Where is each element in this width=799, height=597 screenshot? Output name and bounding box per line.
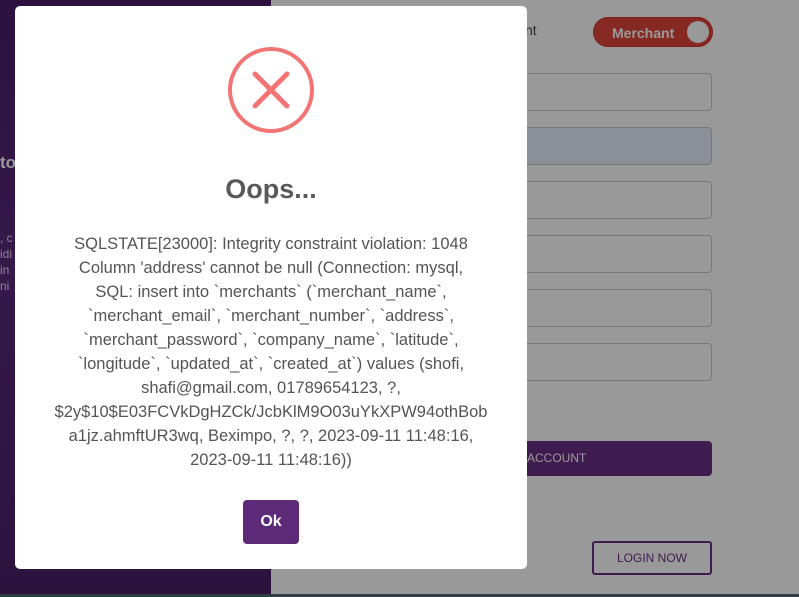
message-line: shafi@gmail.com, 01789654123, ?, — [141, 379, 401, 397]
message-line: `merchant_password`, `company_name`, `la… — [83, 331, 459, 349]
message-line: 2023-09-11 11:48:16)) — [190, 451, 352, 469]
dialog-title: Oops... — [225, 174, 317, 204]
message-line: a1jz.ahmftUR3wq, Beximpo, ?, ?, 2023-09-… — [68, 427, 474, 445]
message-line: `merchant_email`, `merchant_number`, `ad… — [88, 307, 454, 325]
error-x-icon — [228, 47, 314, 133]
dialog-message: SQLSTATE[23000]: Integrity constraint vi… — [43, 232, 499, 472]
message-line: `longitude`, `updated_at`, `created_at`)… — [77, 355, 465, 373]
message-line: $2y$10$E03FCVkDgHZCk/JcbKlM9O03uYkXPW94o… — [54, 403, 488, 421]
message-line: SQL: insert into `merchants` (`merchant_… — [95, 283, 447, 301]
ok-button[interactable]: Ok — [243, 500, 299, 544]
message-line: Column 'address' cannot be null (Connect… — [78, 259, 464, 277]
message-line: SQLSTATE[23000]: Integrity constraint vi… — [74, 235, 468, 253]
error-dialog: Oops... SQLSTATE[23000]: Integrity const… — [15, 6, 527, 569]
